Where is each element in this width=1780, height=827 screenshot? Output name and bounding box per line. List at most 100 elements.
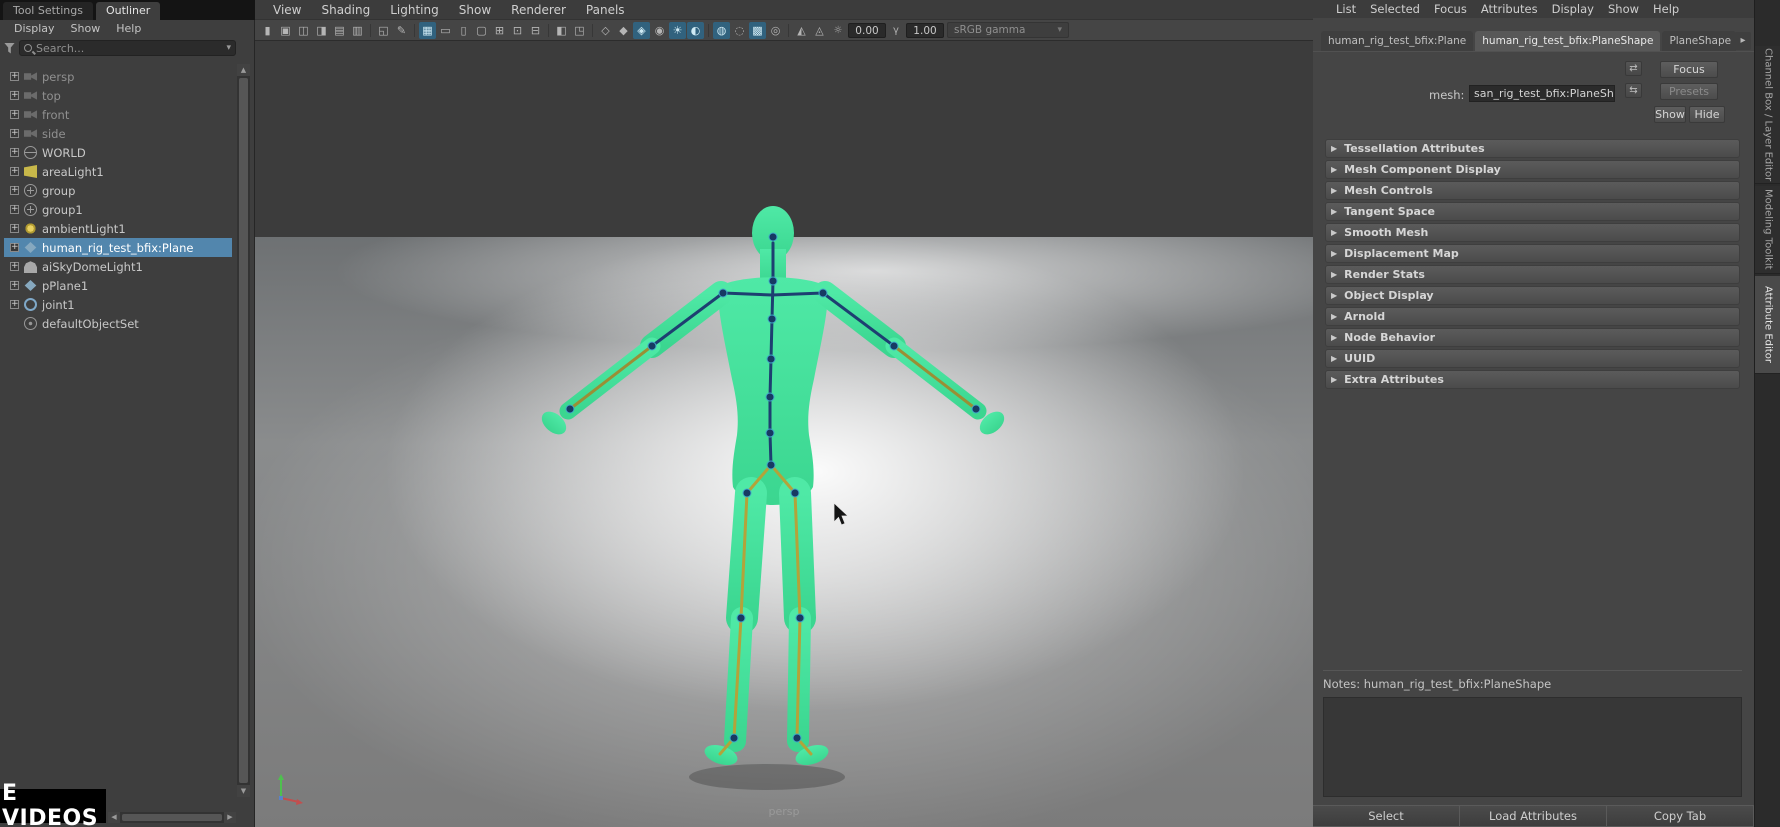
menu-item[interactable]: Focus xyxy=(1427,2,1474,16)
object-details-icon[interactable]: ◳ xyxy=(571,22,588,39)
scene-3d[interactable] xyxy=(255,41,1313,827)
menu-item[interactable]: List xyxy=(1329,2,1363,16)
scroll-down-icon[interactable]: ▼ xyxy=(237,785,250,797)
show-button[interactable]: Show xyxy=(1654,106,1686,123)
attribute-section-header[interactable]: ▶ Mesh Component Display xyxy=(1325,160,1740,179)
menu-item[interactable]: View xyxy=(263,3,311,17)
film-gate-icon[interactable]: ▭ xyxy=(437,22,454,39)
footer-button[interactable]: Copy Tab xyxy=(1607,805,1754,827)
outliner-item[interactable]: + front xyxy=(4,105,232,124)
xray-icon[interactable]: ◬ xyxy=(811,22,828,39)
expand-toggle[interactable]: + xyxy=(10,72,19,81)
menu-item[interactable]: Help xyxy=(110,22,147,35)
depth-of-field-icon[interactable]: ◎ xyxy=(767,22,784,39)
field-chart-icon[interactable]: ⊞ xyxy=(491,22,508,39)
menu-item[interactable]: Selected xyxy=(1363,2,1427,16)
gamma-field[interactable]: 1.00 xyxy=(906,23,944,38)
exposure-icon[interactable]: ☼ xyxy=(831,25,845,36)
connection-output-button[interactable]: ⇆ xyxy=(1625,83,1642,98)
mesh-name-field[interactable]: san_rig_test_bfix:PlaneShape xyxy=(1469,85,1615,102)
outliner-item[interactable]: + areaLight1 xyxy=(4,162,232,181)
outliner-item[interactable]: + human_rig_test_bfix:Plane xyxy=(4,238,232,257)
attribute-section-header[interactable]: ▶ Object Display xyxy=(1325,286,1740,305)
filter-icon[interactable] xyxy=(4,43,15,54)
attribute-section-header[interactable]: ▶ Tessellation Attributes xyxy=(1325,139,1740,158)
hud-icon[interactable]: ◧ xyxy=(553,22,570,39)
outliner-item[interactable]: defaultObjectSet xyxy=(4,314,232,333)
expand-toggle[interactable]: + xyxy=(10,110,19,119)
tab-outliner[interactable]: Outliner xyxy=(96,2,160,20)
sidebar-vertical-tab[interactable]: Channel Box / Layer Editor xyxy=(1755,46,1780,184)
outliner-horizontal-scrollbar[interactable]: ◀ ▶ xyxy=(108,812,236,823)
attribute-section-header[interactable]: ▶ Tangent Space xyxy=(1325,202,1740,221)
gate-mask-icon[interactable]: ▢ xyxy=(473,22,490,39)
lighting-icon[interactable]: ☀ xyxy=(669,22,686,39)
view-transform-dropdown[interactable]: sRGB gamma ▾ xyxy=(947,22,1069,38)
sidebar-vertical-tab[interactable]: Modeling Toolkit xyxy=(1755,186,1780,274)
tab-tool-settings[interactable]: Tool Settings xyxy=(3,2,93,20)
grid-icon[interactable]: ▦ xyxy=(419,22,436,39)
expand-toggle[interactable]: + xyxy=(10,300,19,309)
expand-toggle[interactable]: + xyxy=(10,91,19,100)
outliner-item[interactable]: + ambientLight1 xyxy=(4,219,232,238)
separator[interactable] xyxy=(788,24,789,37)
menu-item[interactable]: Renderer xyxy=(501,3,576,17)
footer-button[interactable]: Load Attributes xyxy=(1460,805,1607,827)
menu-item[interactable]: Panels xyxy=(576,3,635,17)
attribute-section-header[interactable]: ▶ Smooth Mesh xyxy=(1325,223,1740,242)
resolution-gate-icon[interactable]: ▯ xyxy=(455,22,472,39)
scroll-up-icon[interactable]: ▲ xyxy=(237,64,250,76)
outliner-item[interactable]: + aiSkyDomeLight1 xyxy=(4,257,232,276)
safe-title-icon[interactable]: ⊟ xyxy=(527,22,544,39)
attribute-section-header[interactable]: ▶ Mesh Controls xyxy=(1325,181,1740,200)
notes-textarea[interactable] xyxy=(1323,697,1742,797)
menu-item[interactable]: Attributes xyxy=(1474,2,1545,16)
menu-item[interactable]: Show xyxy=(1601,2,1646,16)
footer-button[interactable]: Select xyxy=(1313,805,1460,827)
camera-select-icon[interactable]: ▣ xyxy=(277,22,294,39)
expand-toggle[interactable]: + xyxy=(10,167,19,176)
textured-icon[interactable]: ◈ xyxy=(633,22,650,39)
scrollbar-thumb[interactable] xyxy=(122,814,222,821)
separator[interactable] xyxy=(370,24,371,37)
search-input[interactable]: Search... ▾ xyxy=(19,40,236,56)
outliner-item[interactable]: + group1 xyxy=(4,200,232,219)
image-plane-icon[interactable]: ▥ xyxy=(349,22,366,39)
separator[interactable] xyxy=(414,24,415,37)
focus-button[interactable]: Focus xyxy=(1660,61,1718,78)
attribute-section-header[interactable]: ▶ UUID xyxy=(1325,349,1740,368)
exposure-field[interactable]: 0.00 xyxy=(848,23,886,38)
bookmarks-icon[interactable]: ▤ xyxy=(331,22,348,39)
sidebar-vertical-tab[interactable]: Attribute Editor xyxy=(1755,276,1780,374)
scrollbar-thumb[interactable] xyxy=(239,78,248,783)
ae-node-tab[interactable]: human_rig_test_bfix:PlaneShape xyxy=(1475,31,1660,51)
expand-toggle[interactable]: + xyxy=(10,224,19,233)
screen-space-ao-icon[interactable]: ◍ xyxy=(713,22,730,39)
attribute-section-header[interactable]: ▶ Displacement Map xyxy=(1325,244,1740,263)
outliner-item[interactable]: + group xyxy=(4,181,232,200)
multisample-aa-icon[interactable]: ▩ xyxy=(749,22,766,39)
camera-attributes-icon[interactable]: ◨ xyxy=(313,22,330,39)
use-default-material-icon[interactable]: ◉ xyxy=(651,22,668,39)
outliner-vertical-scrollbar[interactable]: ▲ ▼ xyxy=(237,64,250,797)
menu-item[interactable]: Shading xyxy=(311,3,380,17)
wireframe-icon[interactable]: ◇ xyxy=(597,22,614,39)
separator[interactable] xyxy=(592,24,593,37)
attribute-section-header[interactable]: ▶ Extra Attributes xyxy=(1325,370,1740,389)
outliner-item[interactable]: + persp xyxy=(4,67,232,86)
separator[interactable] xyxy=(548,24,549,37)
gamma-icon[interactable]: γ xyxy=(889,25,903,36)
panel-menu-icon[interactable]: ▮ xyxy=(259,22,276,39)
menu-item[interactable]: Help xyxy=(1646,2,1686,16)
outliner-item[interactable]: + pPlane1 xyxy=(4,276,232,295)
grease-pencil-icon[interactable]: ✎ xyxy=(393,22,410,39)
isolate-select-icon[interactable]: ◭ xyxy=(793,22,810,39)
2d-pan-zoom-icon[interactable]: ◱ xyxy=(375,22,392,39)
viewport-canvas[interactable]: persp xyxy=(255,41,1313,827)
connection-in-out-button[interactable]: ⇄ xyxy=(1625,61,1642,76)
expand-toggle[interactable]: + xyxy=(10,186,19,195)
outliner-item[interactable]: + top xyxy=(4,86,232,105)
menu-item[interactable]: Display xyxy=(1545,2,1601,16)
menu-item[interactable]: Show xyxy=(449,3,501,17)
expand-toggle[interactable]: + xyxy=(10,129,19,138)
